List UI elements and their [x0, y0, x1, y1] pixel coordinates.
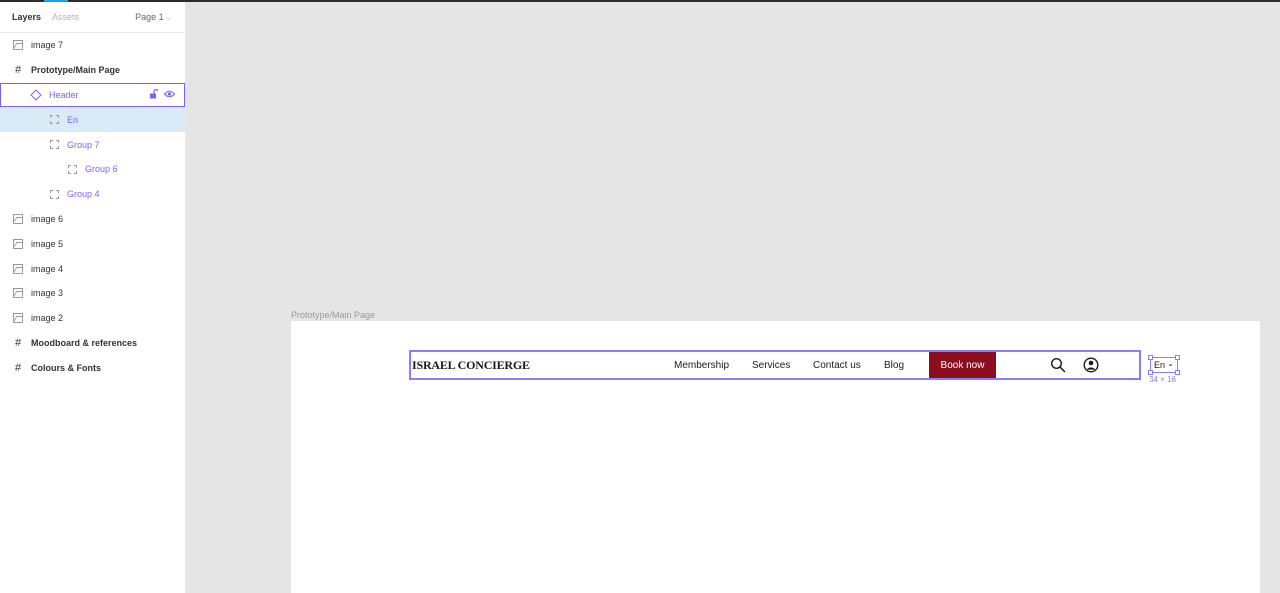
- chevron-down-icon: ⌄: [1167, 359, 1174, 368]
- layer-item[interactable]: # Colours & Fonts: [0, 355, 185, 380]
- group-icon: [48, 139, 60, 151]
- layer-label: image 2: [31, 313, 64, 324]
- layer-item[interactable]: image 6: [0, 207, 185, 232]
- search-icon[interactable]: [1050, 357, 1066, 373]
- image-icon: [12, 287, 24, 299]
- eye-icon[interactable]: [164, 89, 175, 99]
- layer-item[interactable]: image 4: [0, 256, 185, 281]
- frame-icon: #: [14, 361, 22, 374]
- layer-item[interactable]: Header: [0, 82, 185, 108]
- image-icon: [12, 312, 24, 324]
- layer-item[interactable]: Group 4: [0, 182, 185, 207]
- image-icon: [12, 238, 24, 250]
- layers-panel: Layers Assets Page 1 ⌵ image 7 # Prototype/…: [0, 2, 186, 593]
- layer-item[interactable]: Group 6: [0, 157, 185, 182]
- layer-label: Prototype/Main Page: [31, 65, 121, 76]
- group-icon: [48, 114, 60, 126]
- group-icon: [66, 163, 78, 175]
- layer-label: image 4: [31, 263, 64, 274]
- nav-contact-us[interactable]: Contact us: [813, 360, 861, 371]
- panel-tabs: Layers Assets Page 1 ⌵: [0, 2, 185, 33]
- layer-item[interactable]: image 7: [0, 33, 185, 58]
- tab-assets[interactable]: Assets: [52, 12, 79, 22]
- image-icon: [12, 263, 24, 275]
- layer-label: Group 7: [67, 139, 100, 150]
- group-icon: [48, 188, 60, 200]
- layer-label: Moodboard & references: [31, 337, 138, 348]
- layer-label: Group 6: [85, 164, 118, 175]
- frame-label[interactable]: Prototype/Main Page: [291, 310, 375, 320]
- layer-label: Group 4: [67, 189, 100, 200]
- layer-label: Header: [49, 89, 79, 100]
- book-now-button[interactable]: Book now: [929, 352, 996, 378]
- layer-list: image 7 # Prototype/Main Page Header En Group…: [0, 33, 185, 380]
- nav-membership[interactable]: Membership: [674, 360, 729, 371]
- page-selector-label: Page 1: [135, 12, 164, 22]
- layer-item[interactable]: image 2: [0, 306, 185, 331]
- layer-label: Colours & Fonts: [31, 362, 101, 373]
- language-selector[interactable]: En ⌄: [1148, 355, 1180, 375]
- layer-label: image 5: [31, 238, 64, 249]
- language-label: En: [1154, 360, 1166, 370]
- layer-label: image 6: [31, 213, 64, 224]
- book-now-label: Book now: [940, 359, 985, 371]
- layer-item[interactable]: En: [0, 107, 185, 133]
- frame-icon: #: [14, 336, 22, 349]
- unlock-icon[interactable]: [149, 88, 158, 99]
- dimension-label: 34 × 16: [1149, 375, 1176, 384]
- layer-item[interactable]: # Prototype/Main Page: [0, 58, 185, 83]
- layer-item[interactable]: image 3: [0, 281, 185, 306]
- chevron-down-icon: ⌵: [165, 15, 171, 22]
- site-logo[interactable]: ISRAEL CONCIERGE: [412, 358, 530, 373]
- layer-actions: [149, 88, 175, 99]
- user-account-icon[interactable]: [1083, 357, 1099, 373]
- header-component[interactable]: ISRAEL CONCIERGE Membership Services Con…: [409, 350, 1141, 380]
- nav-blog[interactable]: Blog: [884, 360, 904, 371]
- layer-item[interactable]: # Moodboard & references: [0, 331, 185, 356]
- layer-item[interactable]: Group 7: [0, 132, 185, 157]
- layer-item[interactable]: image 5: [0, 231, 185, 256]
- page-selector[interactable]: Page 1 ⌵: [135, 12, 171, 23]
- resize-handle-top-right[interactable]: [1175, 355, 1180, 360]
- nav-services[interactable]: Services: [752, 360, 790, 371]
- top-toolbar-edge: [0, 0, 1280, 2]
- layer-label: image 7: [31, 40, 64, 51]
- frame-icon: #: [14, 64, 22, 77]
- layer-label: En: [67, 114, 79, 125]
- component-icon: [30, 89, 42, 101]
- layer-label: image 3: [31, 288, 64, 299]
- resize-handle-top-left[interactable]: [1148, 355, 1153, 360]
- tab-layers[interactable]: Layers: [12, 12, 41, 22]
- image-icon: [12, 213, 24, 225]
- image-icon: [12, 39, 24, 51]
